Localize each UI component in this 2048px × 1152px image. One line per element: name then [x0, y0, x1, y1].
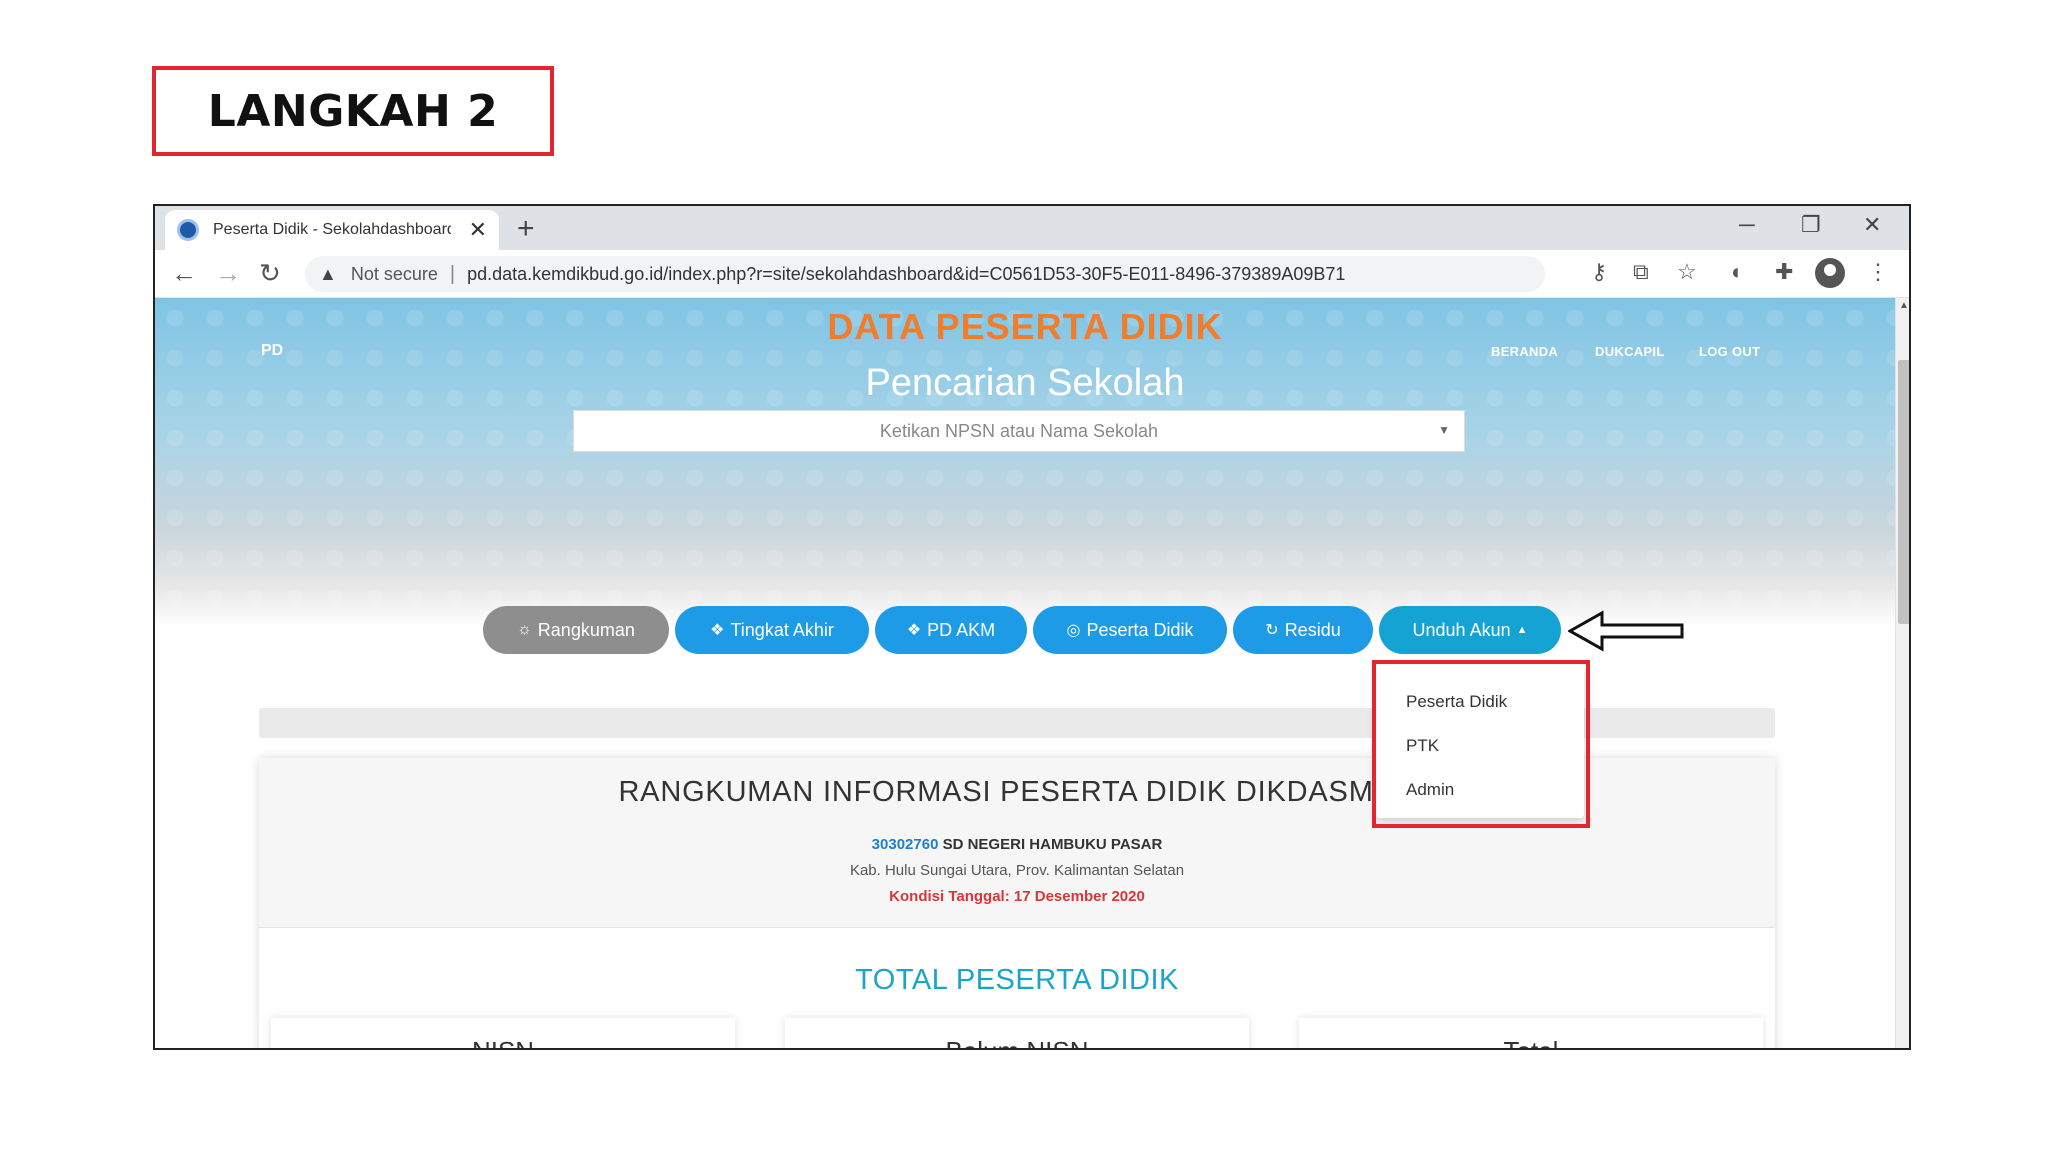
nav-beranda[interactable]: BERANDA [1491, 344, 1558, 359]
tingkat-akhir-label: Tingkat Akhir [730, 619, 834, 640]
omnibox-separator: | [449, 262, 456, 285]
residu-label: Residu [1284, 619, 1341, 640]
dropdown-highlight-box [1372, 660, 1590, 828]
stat-card-label: Belum NISN [785, 1036, 1249, 1048]
search-title: Pencarian Sekolah [865, 362, 1185, 404]
total-title: TOTAL PESERTA DIDIK [855, 964, 1179, 996]
hero-banner: DATA PESERTA DIDIK PD BERANDA DUKCAPIL L… [155, 298, 1895, 654]
step-label-box: LANGKAH 2 [152, 66, 554, 156]
site-favicon-icon [177, 219, 199, 241]
slide: LANGKAH 2 Peserta Didik - Sekolahdashboa… [0, 0, 2048, 1152]
scroll-thumb[interactable] [1898, 360, 1909, 624]
forward-icon[interactable]: → [215, 258, 241, 289]
lightbulb-icon: ☼ [517, 621, 532, 638]
caret-up-icon: ▲ [1516, 624, 1528, 636]
hero-title: DATA PESERTA DIDIK [827, 306, 1223, 347]
peserta-didik-button[interactable]: ◎ Peserta Didik [1033, 606, 1227, 654]
warning-icon: ▲ [319, 263, 337, 284]
kondisi-date: Kondisi Tanggal: 17 Desember 2020 [889, 888, 1145, 905]
school-search-select[interactable]: Ketikan NPSN atau Nama Sekolah ▼ [573, 410, 1465, 452]
tingkat-akhir-button[interactable]: ❖ Tingkat Akhir [675, 606, 869, 654]
unduh-akun-button[interactable]: Unduh Akun ▲ [1379, 606, 1561, 654]
browser-tab[interactable]: Peserta Didik - Sekolahdashboard ✕ [165, 210, 499, 250]
close-window-icon[interactable]: ✕ [1863, 212, 1881, 238]
close-tab-icon[interactable]: ✕ [469, 217, 487, 243]
minimize-icon[interactable]: ─ [1739, 212, 1755, 238]
menu-dots-icon[interactable]: ⋮ [1867, 259, 1889, 285]
tab-title: Peserta Didik - Sekolahdashboard [213, 221, 451, 238]
npsn-link[interactable]: 30302760 [872, 836, 939, 853]
pd-akm-button[interactable]: ❖ PD AKM [875, 606, 1027, 654]
nav-log-out[interactable]: LOG OUT [1699, 344, 1760, 359]
tab-strip: Peserta Didik - Sekolahdashboard ✕ + ─ ❐… [155, 206, 1909, 250]
page-viewport: DATA PESERTA DIDIK PD BERANDA DUKCAPIL L… [155, 298, 1895, 1048]
extension-circle-icon[interactable]: ◐ [1731, 259, 1744, 285]
dropdown-caret-icon: ▼ [1438, 423, 1450, 437]
stat-card-total: Total [1299, 1018, 1763, 1048]
url-text[interactable]: pd.data.kemdikbud.go.id/index.php?r=site… [467, 264, 1345, 285]
restore-icon[interactable]: ❐ [1801, 212, 1821, 238]
back-icon[interactable]: ← [171, 258, 197, 289]
rangkuman-button[interactable]: ☼ Rangkuman [483, 606, 669, 654]
search-placeholder: Ketikan NPSN atau Nama Sekolah [879, 420, 1159, 441]
profile-avatar-icon[interactable] [1815, 258, 1845, 288]
unduh-akun-label: Unduh Akun [1412, 619, 1511, 640]
refresh-icon: ↻ [1265, 622, 1279, 639]
key-icon[interactable]: ⚷ [1591, 259, 1607, 285]
nav-dukcapil[interactable]: DUKCAPIL [1595, 344, 1665, 359]
not-secure-label[interactable]: Not secure [351, 264, 438, 285]
puzzle-icon[interactable]: ✚ [1775, 259, 1793, 285]
stat-card-nisn: NISN [271, 1018, 735, 1048]
page-scrollbar[interactable]: ▲ [1895, 298, 1909, 1048]
school-address: Kab. Hulu Sungai Utara, Prov. Kalimantan… [849, 862, 1185, 879]
school-line: 30302760 SD NEGERI HAMBUKU PASAR [259, 836, 1775, 853]
graduation-cap-icon: ❖ [710, 622, 725, 639]
step-label: LANGKAH 2 [207, 85, 499, 137]
user-circle-icon: ◎ [1066, 622, 1081, 639]
residu-button[interactable]: ↻ Residu [1233, 606, 1373, 654]
star-icon[interactable]: ☆ [1677, 259, 1697, 285]
translate-icon[interactable]: ⧉ [1633, 259, 1649, 285]
stat-card-belum-nisn: Belum NISN [785, 1018, 1249, 1048]
pd-akm-label: PD AKM [927, 619, 996, 640]
new-tab-button[interactable]: + [517, 212, 535, 246]
graduation-cap-icon: ❖ [906, 622, 922, 639]
school-name: SD NEGERI HAMBUKU PASAR [942, 836, 1163, 853]
peserta-didik-label: Peserta Didik [1086, 619, 1194, 640]
address-bar: ← → ↻ ▲ Not secure | pd.data.kemdikbud.g… [155, 250, 1909, 298]
rangkuman-label: Rangkuman [537, 619, 635, 640]
stat-card-label: Total [1299, 1036, 1763, 1048]
reload-icon[interactable]: ↻ [259, 258, 281, 289]
pointer-arrow-icon [1568, 610, 1684, 652]
omnibox[interactable]: ▲ Not secure | pd.data.kemdikbud.go.id/i… [305, 256, 1545, 292]
scroll-up-icon[interactable]: ▲ [1899, 300, 1909, 311]
site-logo[interactable]: PD [261, 342, 283, 360]
stat-card-label: NISN [271, 1036, 735, 1048]
